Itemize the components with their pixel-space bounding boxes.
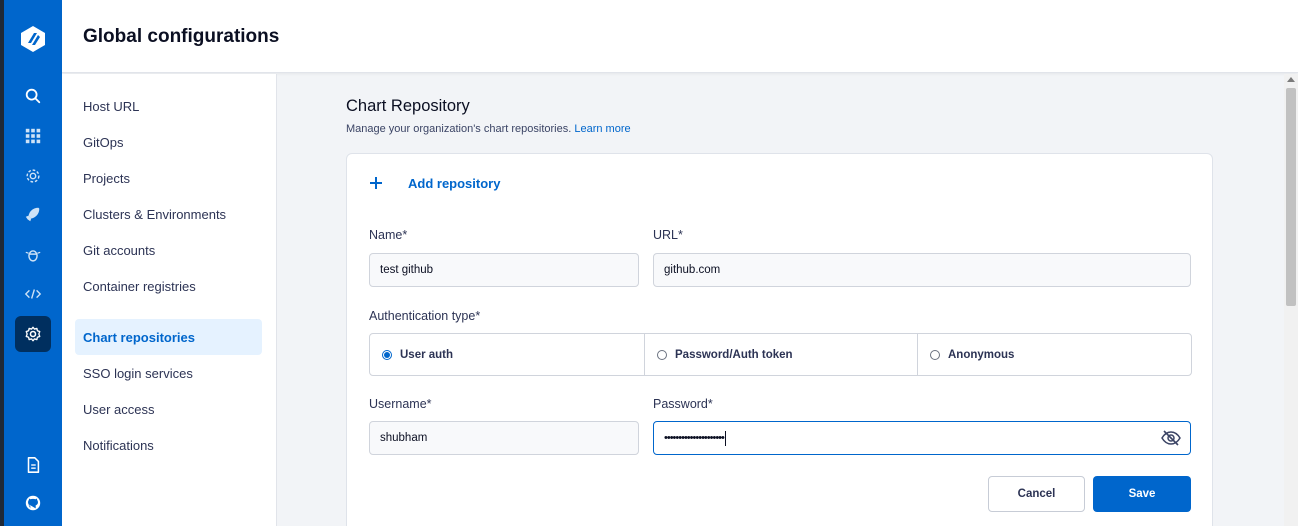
radio-unselected-icon — [657, 349, 667, 360]
eye-off-icon[interactable] — [1160, 429, 1182, 447]
repository-form-card: Add repository Name* test github URL* gi… — [346, 153, 1213, 526]
username-label: Username* — [369, 397, 432, 411]
auth-option-label: User auth — [400, 348, 454, 361]
learn-more-link[interactable]: Learn more — [574, 123, 630, 135]
name-label: Name* — [369, 228, 408, 242]
bug-icon[interactable] — [23, 245, 43, 265]
rocket-icon[interactable] — [23, 204, 43, 224]
cancel-button[interactable]: Cancel — [988, 476, 1085, 512]
password-value: ••••••••••••••••••••• — [664, 432, 725, 444]
section-title: Chart Repository — [346, 97, 470, 115]
scroll-up-arrow-icon[interactable] — [1287, 77, 1295, 82]
text-caret — [724, 430, 726, 446]
sidenav-item-user-access[interactable]: User access — [75, 391, 262, 427]
page-header: Global configurations — [62, 0, 1298, 73]
auth-type-radio-group: User auth Password/Auth token Anonymous — [369, 333, 1192, 376]
sidenav-item-clusters-environments[interactable]: Clusters & Environments — [75, 196, 262, 232]
save-button[interactable]: Save — [1093, 476, 1191, 512]
logo-icon[interactable] — [19, 25, 47, 53]
password-input[interactable]: ••••••••••••••••••••• — [653, 421, 1191, 455]
icon-rail — [4, 0, 62, 526]
section-subtitle: Manage your organization's chart reposit… — [346, 123, 631, 135]
section-subtitle-text: Manage your organization's chart reposit… — [346, 123, 572, 135]
password-label: Password* — [653, 397, 713, 411]
sidenav-item-notifications[interactable]: Notifications — [75, 427, 262, 463]
search-icon[interactable] — [23, 86, 43, 106]
sidenav-item-chart-repositories[interactable]: Chart repositories — [75, 319, 262, 355]
page-title: Global configurations — [83, 26, 280, 47]
name-input[interactable]: test github — [369, 253, 639, 287]
scrollbar-thumb[interactable] — [1286, 88, 1296, 306]
auth-type-label: Authentication type* — [369, 309, 481, 323]
add-repository-button[interactable]: Add repository — [368, 171, 500, 195]
vertical-scrollbar[interactable] — [1284, 74, 1298, 526]
auth-option-password-token[interactable]: Password/Auth token — [645, 334, 918, 375]
radio-selected-icon — [382, 349, 392, 360]
settings-sidenav: Host URL GitOps Projects Clusters & Envi… — [62, 74, 277, 526]
gear-outline-icon[interactable] — [23, 166, 43, 186]
sidenav-item-host-url[interactable]: Host URL — [75, 88, 262, 124]
document-icon[interactable] — [23, 455, 43, 475]
settings-icon[interactable] — [23, 324, 43, 344]
auth-option-label: Anonymous — [948, 348, 1015, 361]
sidenav-item-gitops[interactable]: GitOps — [75, 124, 262, 160]
auth-option-label: Password/Auth token — [675, 348, 793, 361]
main-content: Chart Repository Manage your organizatio… — [278, 74, 1284, 526]
url-input[interactable]: github.com — [653, 253, 1191, 287]
apps-grid-icon[interactable] — [23, 126, 43, 146]
auth-option-anonymous[interactable]: Anonymous — [918, 334, 1191, 375]
sidenav-item-container-registries[interactable]: Container registries — [75, 268, 262, 304]
sidenav-item-projects[interactable]: Projects — [75, 160, 262, 196]
github-icon[interactable] — [23, 493, 43, 513]
username-input[interactable]: shubham — [369, 421, 639, 455]
code-icon[interactable] — [23, 284, 43, 304]
sidenav-item-git-accounts[interactable]: Git accounts — [75, 232, 262, 268]
sidenav-item-sso-login-services[interactable]: SSO login services — [75, 355, 262, 391]
plus-icon — [370, 177, 382, 189]
add-repository-label: Add repository — [408, 175, 501, 191]
url-label: URL* — [653, 228, 683, 242]
auth-option-user-auth[interactable]: User auth — [370, 334, 645, 375]
radio-unselected-icon — [930, 349, 940, 360]
